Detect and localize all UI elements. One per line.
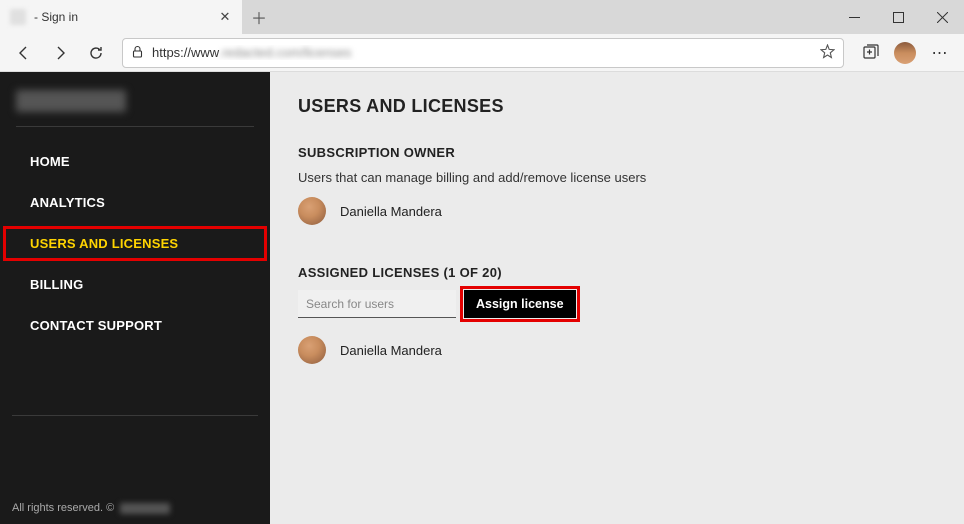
- assign-controls: Assign license: [298, 290, 936, 318]
- subscription-owner-title: SUBSCRIPTION OWNER: [298, 145, 936, 160]
- profile-avatar[interactable]: [894, 42, 916, 64]
- window-maximize-button[interactable]: [876, 0, 920, 34]
- window-minimize-button[interactable]: [832, 0, 876, 34]
- user-avatar: [298, 336, 326, 364]
- sidebar-nav: HOME ANALYTICS USERS AND LICENSES BILLIN…: [0, 135, 270, 346]
- owner-row: Daniella Mandera: [298, 197, 936, 225]
- lock-icon: [131, 45, 144, 61]
- browser-tab-active[interactable]: - Sign in ✕: [0, 0, 242, 34]
- assign-license-button[interactable]: Assign license: [464, 290, 576, 318]
- sidebar-item-billing[interactable]: BILLING: [0, 264, 270, 305]
- browser-toolbar: https://www.redacted.com/licenses ⋯: [0, 34, 964, 72]
- url-prefix: https://www: [152, 45, 218, 60]
- assigned-licenses-title: ASSIGNED LICENSES (1 OF 20): [298, 265, 936, 280]
- tab-favicon: [10, 9, 26, 25]
- page-title: USERS AND LICENSES: [298, 96, 936, 117]
- sidebar: HOME ANALYTICS USERS AND LICENSES BILLIN…: [0, 72, 270, 524]
- address-bar[interactable]: https://www.redacted.com/licenses: [122, 38, 844, 68]
- sidebar-item-home[interactable]: HOME: [0, 141, 270, 182]
- assigned-user-name: Daniella Mandera: [340, 343, 442, 358]
- search-users-input[interactable]: [298, 290, 456, 318]
- subscription-owner-desc: Users that can manage billing and add/re…: [298, 170, 936, 185]
- divider: [16, 126, 254, 127]
- assigned-user-row: Daniella Mandera: [298, 336, 936, 364]
- favorite-icon[interactable]: [820, 44, 835, 62]
- sidebar-item-contact-support[interactable]: CONTACT SUPPORT: [0, 305, 270, 346]
- sidebar-item-users-and-licenses[interactable]: USERS AND LICENSES: [0, 223, 270, 264]
- back-button[interactable]: [8, 37, 40, 69]
- new-tab-button[interactable]: ＋: [242, 0, 276, 34]
- forward-button[interactable]: [44, 37, 76, 69]
- footer-redacted: [120, 503, 170, 514]
- footer-text: All rights reserved. ©: [12, 502, 114, 514]
- url-redacted: .redacted.com/licenses: [218, 45, 351, 60]
- window-controls: [832, 0, 964, 34]
- app-logo[interactable]: [16, 90, 254, 112]
- menu-icon[interactable]: ⋯: [924, 37, 956, 69]
- tab-title: - Sign in: [34, 10, 218, 24]
- main-content: USERS AND LICENSES SUBSCRIPTION OWNER Us…: [270, 72, 964, 524]
- sidebar-footer: [0, 415, 270, 434]
- owner-name: Daniella Mandera: [340, 204, 442, 219]
- window-close-button[interactable]: [920, 0, 964, 34]
- collections-icon[interactable]: [854, 37, 886, 69]
- refresh-button[interactable]: [80, 37, 112, 69]
- window-titlebar: - Sign in ✕ ＋: [0, 0, 964, 34]
- tab-close-icon[interactable]: ✕: [218, 10, 232, 24]
- user-avatar: [298, 197, 326, 225]
- page-body: HOME ANALYTICS USERS AND LICENSES BILLIN…: [0, 72, 964, 524]
- sidebar-footer-text: All rights reserved. ©: [0, 502, 270, 524]
- tab-strip: - Sign in ✕ ＋: [0, 0, 276, 34]
- sidebar-item-analytics[interactable]: ANALYTICS: [0, 182, 270, 223]
- url-text: https://www.redacted.com/licenses: [152, 45, 812, 60]
